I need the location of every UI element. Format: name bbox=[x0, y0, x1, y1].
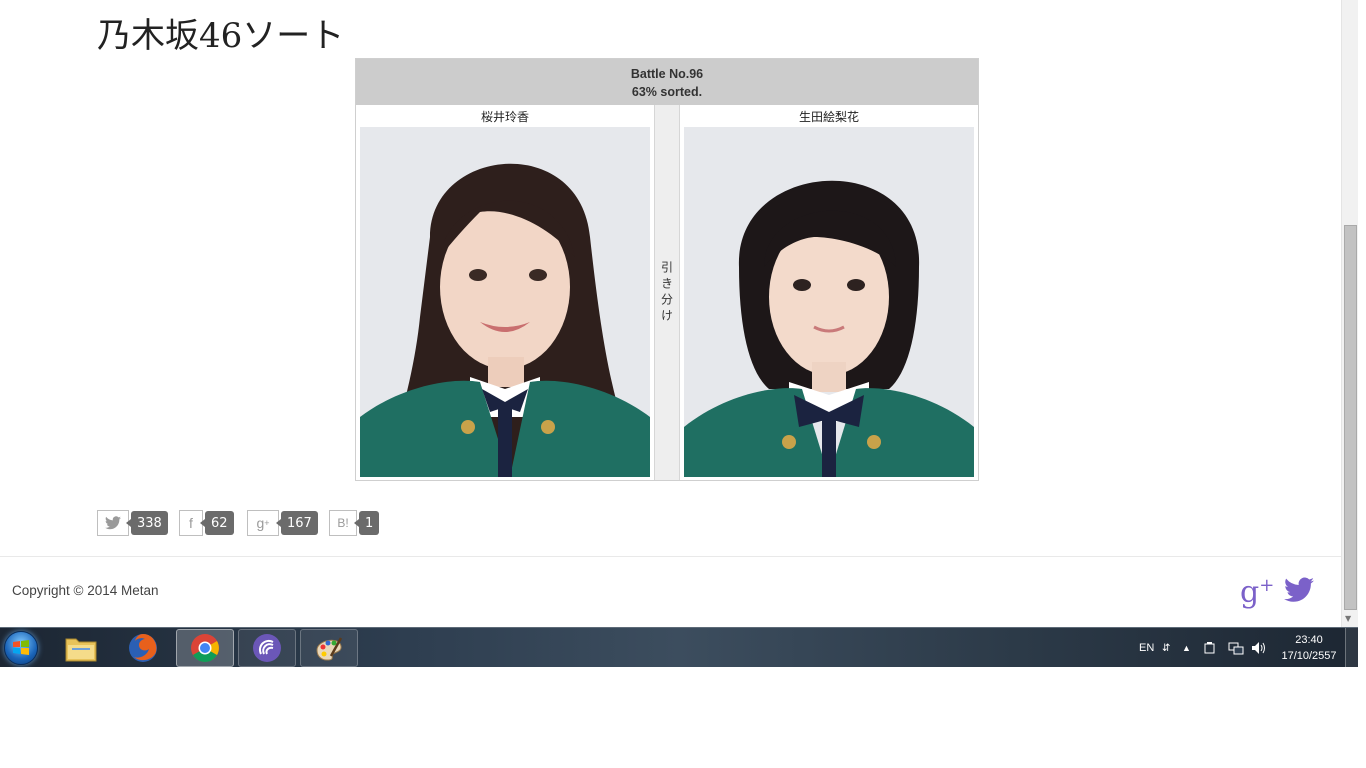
candidate-right-name: 生田絵梨花 bbox=[798, 110, 859, 124]
show-desktop-button[interactable] bbox=[1345, 628, 1358, 668]
clock-time: 23:40 bbox=[1295, 634, 1323, 646]
facebook-share-button[interactable]: f 62 bbox=[179, 510, 234, 536]
twitter-icon[interactable] bbox=[1284, 577, 1314, 605]
candidate-left[interactable]: 桜井玲香 bbox=[356, 105, 654, 480]
volume-icon[interactable] bbox=[1251, 628, 1267, 668]
windows-logo-icon bbox=[4, 631, 38, 665]
candidate-right[interactable]: 生田絵梨花 bbox=[680, 105, 978, 480]
hatena-share-button[interactable]: B! 1 bbox=[329, 510, 380, 536]
facebook-share-count: 62 bbox=[200, 511, 234, 535]
screen-blank-area bbox=[0, 668, 1366, 768]
battle-header: Battle No.96 63% sorted. bbox=[356, 59, 978, 105]
taskbar-file-explorer[interactable] bbox=[52, 629, 110, 667]
chrome-icon bbox=[191, 634, 219, 662]
twitter-share-button[interactable]: 338 bbox=[97, 510, 168, 536]
start-button[interactable] bbox=[0, 628, 42, 668]
taskbar-paint[interactable] bbox=[300, 629, 358, 667]
input-method-icon[interactable]: ⇵ bbox=[1162, 628, 1170, 668]
googleplus-icon[interactable]: g+ bbox=[1240, 575, 1274, 610]
footer-copyright: Copyright © 2014 Metan bbox=[12, 583, 159, 598]
candidate-left-photo[interactable] bbox=[360, 127, 650, 477]
taskbar-bittorrent[interactable] bbox=[238, 629, 296, 667]
folder-icon bbox=[65, 638, 97, 662]
candidate-right-photo[interactable] bbox=[684, 127, 974, 477]
network-icon[interactable] bbox=[1228, 628, 1244, 668]
system-clock[interactable]: 23:40 17/10/2557 bbox=[1276, 632, 1342, 664]
battle-number: Battle No.96 bbox=[630, 67, 704, 81]
taskbar-firefox[interactable] bbox=[114, 629, 172, 667]
site-title[interactable]: 乃木坂46ソート bbox=[97, 8, 344, 57]
googleplus-share-count: 167 bbox=[276, 511, 318, 535]
battle-panel: Battle No.96 63% sorted. 桜井玲香 引き分け 生田絵梨花 bbox=[355, 58, 979, 481]
hatena-share-count: 1 bbox=[353, 511, 380, 535]
googleplus-share-button[interactable]: g + 167 bbox=[247, 510, 318, 536]
battle-body: 桜井玲香 引き分け 生田絵梨花 bbox=[356, 105, 978, 480]
tie-label: 引き分け bbox=[659, 260, 674, 325]
window-edge bbox=[1358, 0, 1366, 668]
battle-progress: 63% sorted. bbox=[631, 85, 703, 99]
browser-viewport: 乃木坂46ソート Battle No.96 63% sorted. 桜井玲香 引… bbox=[0, 0, 1341, 627]
hatena-bookmark-icon: B! bbox=[329, 510, 357, 536]
bittorrent-icon bbox=[253, 634, 281, 662]
paint-palette-icon bbox=[316, 637, 343, 661]
footer-divider bbox=[0, 556, 1341, 557]
clock-date: 17/10/2557 bbox=[1281, 650, 1337, 662]
scroll-down-arrow-icon[interactable]: ▼ bbox=[1345, 614, 1351, 623]
taskbar-chrome[interactable] bbox=[176, 629, 234, 667]
tie-button[interactable]: 引き分け bbox=[654, 105, 680, 480]
power-icon[interactable] bbox=[1203, 628, 1217, 668]
page-scrollbar[interactable]: ▼ bbox=[1341, 0, 1358, 627]
firefox-icon bbox=[129, 634, 157, 662]
twitter-share-icon bbox=[97, 510, 129, 536]
googleplus-share-icon: g + bbox=[247, 510, 279, 536]
candidate-left-name: 桜井玲香 bbox=[480, 110, 529, 124]
language-indicator[interactable]: EN bbox=[1139, 628, 1154, 668]
twitter-share-count: 338 bbox=[126, 511, 168, 535]
windows-taskbar: EN ⇵ ▲ 23:40 17/10/2557 bbox=[0, 627, 1358, 668]
show-hidden-icons-arrow-icon[interactable]: ▲ bbox=[1182, 628, 1191, 668]
scrollbar-thumb[interactable] bbox=[1344, 225, 1357, 610]
